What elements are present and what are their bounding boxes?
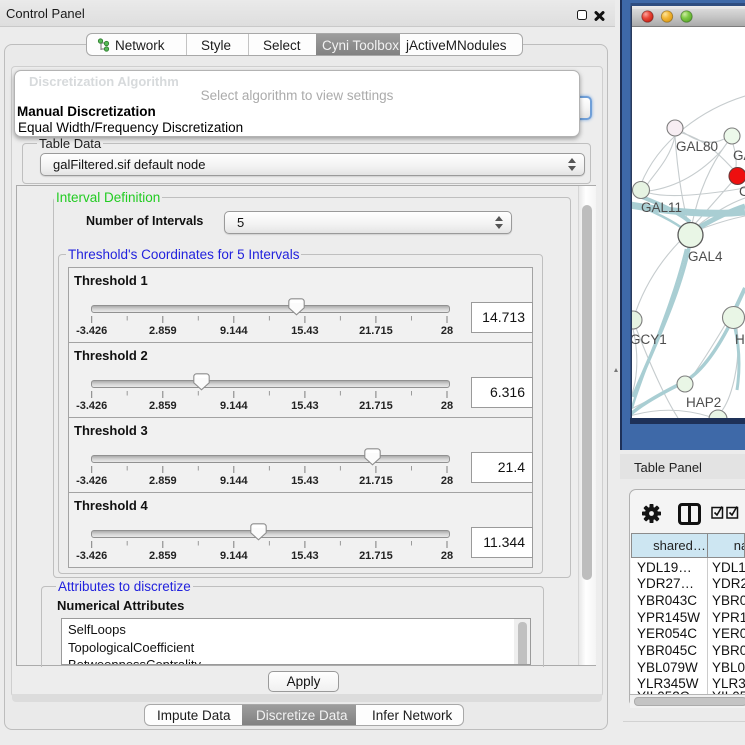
svg-text:GCY1: GCY1	[630, 332, 667, 347]
svg-text:GA: GA	[733, 148, 745, 163]
svg-text:GAL11: GAL11	[641, 200, 682, 215]
svg-text:GAL80: GAL80	[676, 139, 718, 154]
svg-text:GAL4: GAL4	[688, 249, 723, 264]
svg-text:H: H	[735, 332, 745, 347]
svg-text:C: C	[739, 184, 745, 199]
svg-text:HAP2: HAP2	[686, 395, 721, 410]
